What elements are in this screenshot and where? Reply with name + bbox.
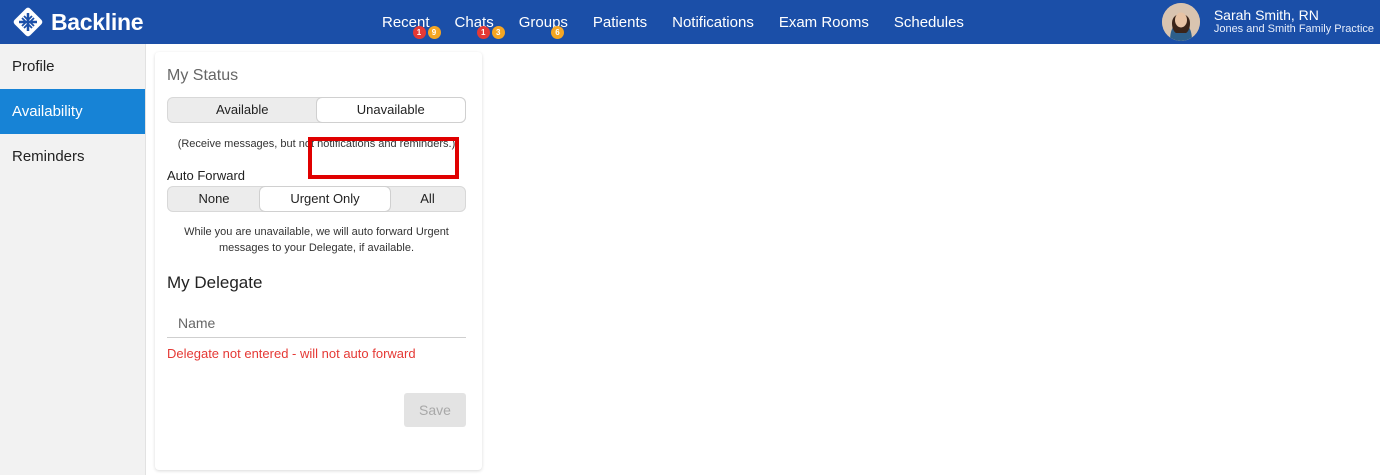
nav-recent-badges: 1 9 [412,25,443,39]
brand-logo[interactable]: Backline [12,5,144,39]
auto-forward-note-line2: messages to your Delegate, if available. [218,242,415,254]
user-name: Sarah Smith, RN [1213,7,1319,23]
nav-exam-rooms[interactable]: Exam Rooms [779,10,869,35]
count-badge: 3 [491,25,505,39]
nav-notifications[interactable]: Notifications [672,10,754,35]
delegate-error-message: Delegate not entered - will not auto for… [167,346,416,361]
auto-forward-urgent-button[interactable]: Urgent Only [260,187,390,211]
auto-forward-label: Auto Forward [167,168,246,183]
nav-groups[interactable]: Groups 6 [519,10,568,39]
status-unavailable-button[interactable]: Unavailable [316,98,465,122]
nav-patients-label: Patients [592,13,648,31]
status-note: (Receive messages, but not notifications… [177,138,456,150]
auto-forward-none-button[interactable]: None [168,187,260,211]
unread-badge: 1 [476,25,490,39]
avatar [1161,3,1200,41]
unread-badge: 1 [412,25,426,39]
auto-forward-toggle: None Urgent Only All [167,186,466,212]
nav-recent[interactable]: Recent 1 9 [382,10,441,39]
sidebar-item-profile[interactable]: Profile [0,44,145,89]
brand-name: Backline [51,8,144,35]
nav-notifications-label: Notifications [672,13,754,31]
user-menu[interactable]: Sarah Smith, RN Jones and Smith Family P… [1161,0,1374,44]
count-badge: 9 [427,25,441,39]
nav-patients[interactable]: Patients [593,10,647,35]
status-toggle: Available Unavailable [167,97,466,123]
nav-exam-rooms-label: Exam Rooms [778,13,869,31]
delegate-name-input[interactable] [167,308,466,338]
backline-logo-icon [12,6,44,38]
save-button[interactable]: Save [404,393,466,427]
sidebar-item-availability[interactable]: Availability [0,89,145,134]
nav-schedules[interactable]: Schedules [894,10,964,35]
settings-sidebar: Profile Availability Reminders [0,44,146,475]
user-info: Sarah Smith, RN Jones and Smith Family P… [1214,8,1374,36]
sidebar-item-reminders[interactable]: Reminders [0,134,145,179]
auto-forward-note-line1: While you are unavailable, we will auto … [184,226,449,238]
status-available-button[interactable]: Available [168,98,317,122]
availability-card: My Status Available Unavailable (Receive… [155,52,482,470]
main-nav: Recent 1 9 Chats 1 3 Groups 6 Patients N… [370,0,989,44]
my-delegate-title: My Delegate [167,273,263,292]
nav-groups-badges: 6 [550,25,566,39]
nav-chats[interactable]: Chats 1 3 [455,10,505,39]
user-organization: Jones and Smith Family Practice [1213,23,1374,35]
top-bar: Backline Recent 1 9 Chats 1 3 Groups 6 P… [0,0,1380,44]
nav-schedules-label: Schedules [893,13,964,31]
nav-chats-badges: 1 3 [476,25,507,39]
my-status-title: My Status [167,67,239,84]
count-badge: 6 [550,25,564,39]
auto-forward-all-button[interactable]: All [390,187,465,211]
